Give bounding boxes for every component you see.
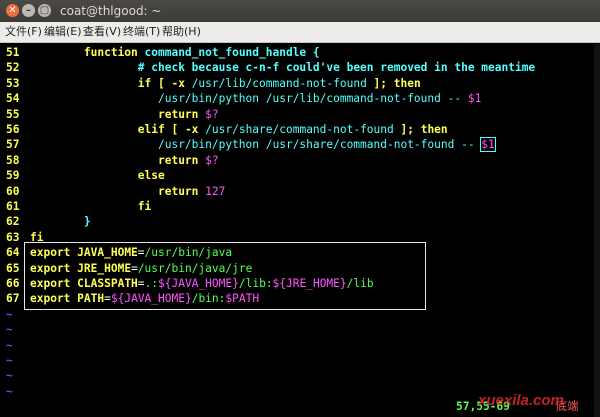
code-token: $?	[205, 107, 219, 121]
menu-edit[interactable]: 编辑(E)	[44, 25, 82, 39]
watermark: xuexila.com	[478, 392, 564, 409]
code-token: }	[83, 215, 91, 229]
code-token: fi	[137, 200, 152, 213]
code-line: 53 if [ -x /usr/lib/command-not-found ];…	[6, 76, 594, 91]
minimize-icon[interactable]: –	[22, 4, 35, 17]
line-number: 60	[6, 184, 20, 198]
code-token: /usr/lib/command-not-found	[191, 76, 367, 90]
terminal-content[interactable]: 51 function command_not_found_handle {52…	[6, 44, 594, 417]
code-token: ];	[393, 123, 421, 136]
line-number: 53	[6, 76, 20, 90]
menu-terminal[interactable]: 终端(T)	[123, 25, 160, 39]
code-token: /usr/bin/python /usr/share/command-not-f…	[157, 138, 482, 152]
code-token: /usr/bin/python /usr/lib/command-not-fou…	[157, 92, 468, 106]
code-token: then	[420, 123, 448, 136]
title-bar: ✕ – ▢ coat@thlgood: ~	[0, 0, 600, 22]
code-token: else	[137, 169, 165, 183]
line-number: 61	[6, 200, 20, 213]
menu-bar: 文件(F) 编辑(E) 查看(V) 终端(T) 帮助(H)	[0, 22, 600, 43]
selection-highlight	[24, 242, 426, 310]
code-token: [ -x	[151, 76, 192, 90]
code-token: ];	[366, 76, 394, 90]
code-line: 61 fi	[6, 199, 594, 214]
menu-view[interactable]: 查看(V)	[83, 25, 121, 39]
line-number: 55	[6, 107, 20, 121]
code-token: $?	[205, 153, 219, 167]
code-token: then	[393, 76, 421, 90]
code-line: 58 return $?	[6, 153, 594, 168]
code-line: 52 # check because c-n-f could've been r…	[6, 60, 594, 75]
code-token: command_not_found_handle {	[137, 46, 320, 59]
maximize-icon[interactable]: ▢	[38, 4, 51, 17]
code-token: return	[157, 184, 199, 198]
code-line: 54 /usr/bin/python /usr/lib/command-not-…	[6, 91, 594, 106]
code-token: return	[157, 107, 199, 121]
line-number: 54	[6, 92, 20, 106]
empty-line-marker: ~	[6, 338, 13, 352]
line-number: 59	[6, 169, 20, 183]
close-icon[interactable]: ✕	[6, 4, 19, 17]
code-token: 127	[205, 184, 226, 198]
line-number: 51	[6, 46, 20, 59]
empty-line-marker: ~	[6, 369, 13, 383]
empty-line-marker: ~	[6, 354, 13, 367]
code-line: 59 else	[6, 168, 594, 183]
code-token: $1	[467, 92, 482, 106]
code-line: 55 return $?	[6, 107, 594, 122]
code-token: elif	[137, 123, 165, 136]
terminal-window: ✕ – ▢ coat@thlgood: ~ 文件(F) 编辑(E) 查看(V) …	[0, 0, 600, 417]
line-number: 62	[6, 215, 20, 229]
code-line: 56 elif [ -x /usr/share/command-not-foun…	[6, 122, 594, 137]
line-number: 56	[6, 123, 20, 136]
line-number: 57	[6, 138, 20, 152]
empty-line-marker: ~	[6, 323, 13, 337]
menu-file[interactable]: 文件(F)	[5, 25, 42, 39]
code-token: # check because c-n-f could've been remo…	[137, 61, 536, 75]
menu-help[interactable]: 帮助(H)	[162, 25, 201, 39]
code-token: function	[83, 46, 138, 59]
code-token: $1	[480, 137, 496, 153]
code-token: if	[137, 76, 152, 90]
code-token: return	[157, 153, 199, 167]
code-line: 51 function command_not_found_handle {	[6, 45, 594, 60]
code-token: [ -x	[164, 123, 206, 136]
code-line: 62 }	[6, 214, 594, 229]
window-title: coat@thlgood: ~	[60, 4, 162, 18]
empty-line-marker: ~	[6, 307, 13, 321]
code-line: 60 return 127	[6, 184, 594, 199]
code-token: /usr/share/command-not-found	[205, 123, 394, 136]
line-number: 52	[6, 61, 20, 75]
code-line: 57 /usr/bin/python /usr/share/command-no…	[6, 137, 594, 153]
line-number: 58	[6, 153, 20, 167]
scrollbar[interactable]	[594, 44, 600, 417]
